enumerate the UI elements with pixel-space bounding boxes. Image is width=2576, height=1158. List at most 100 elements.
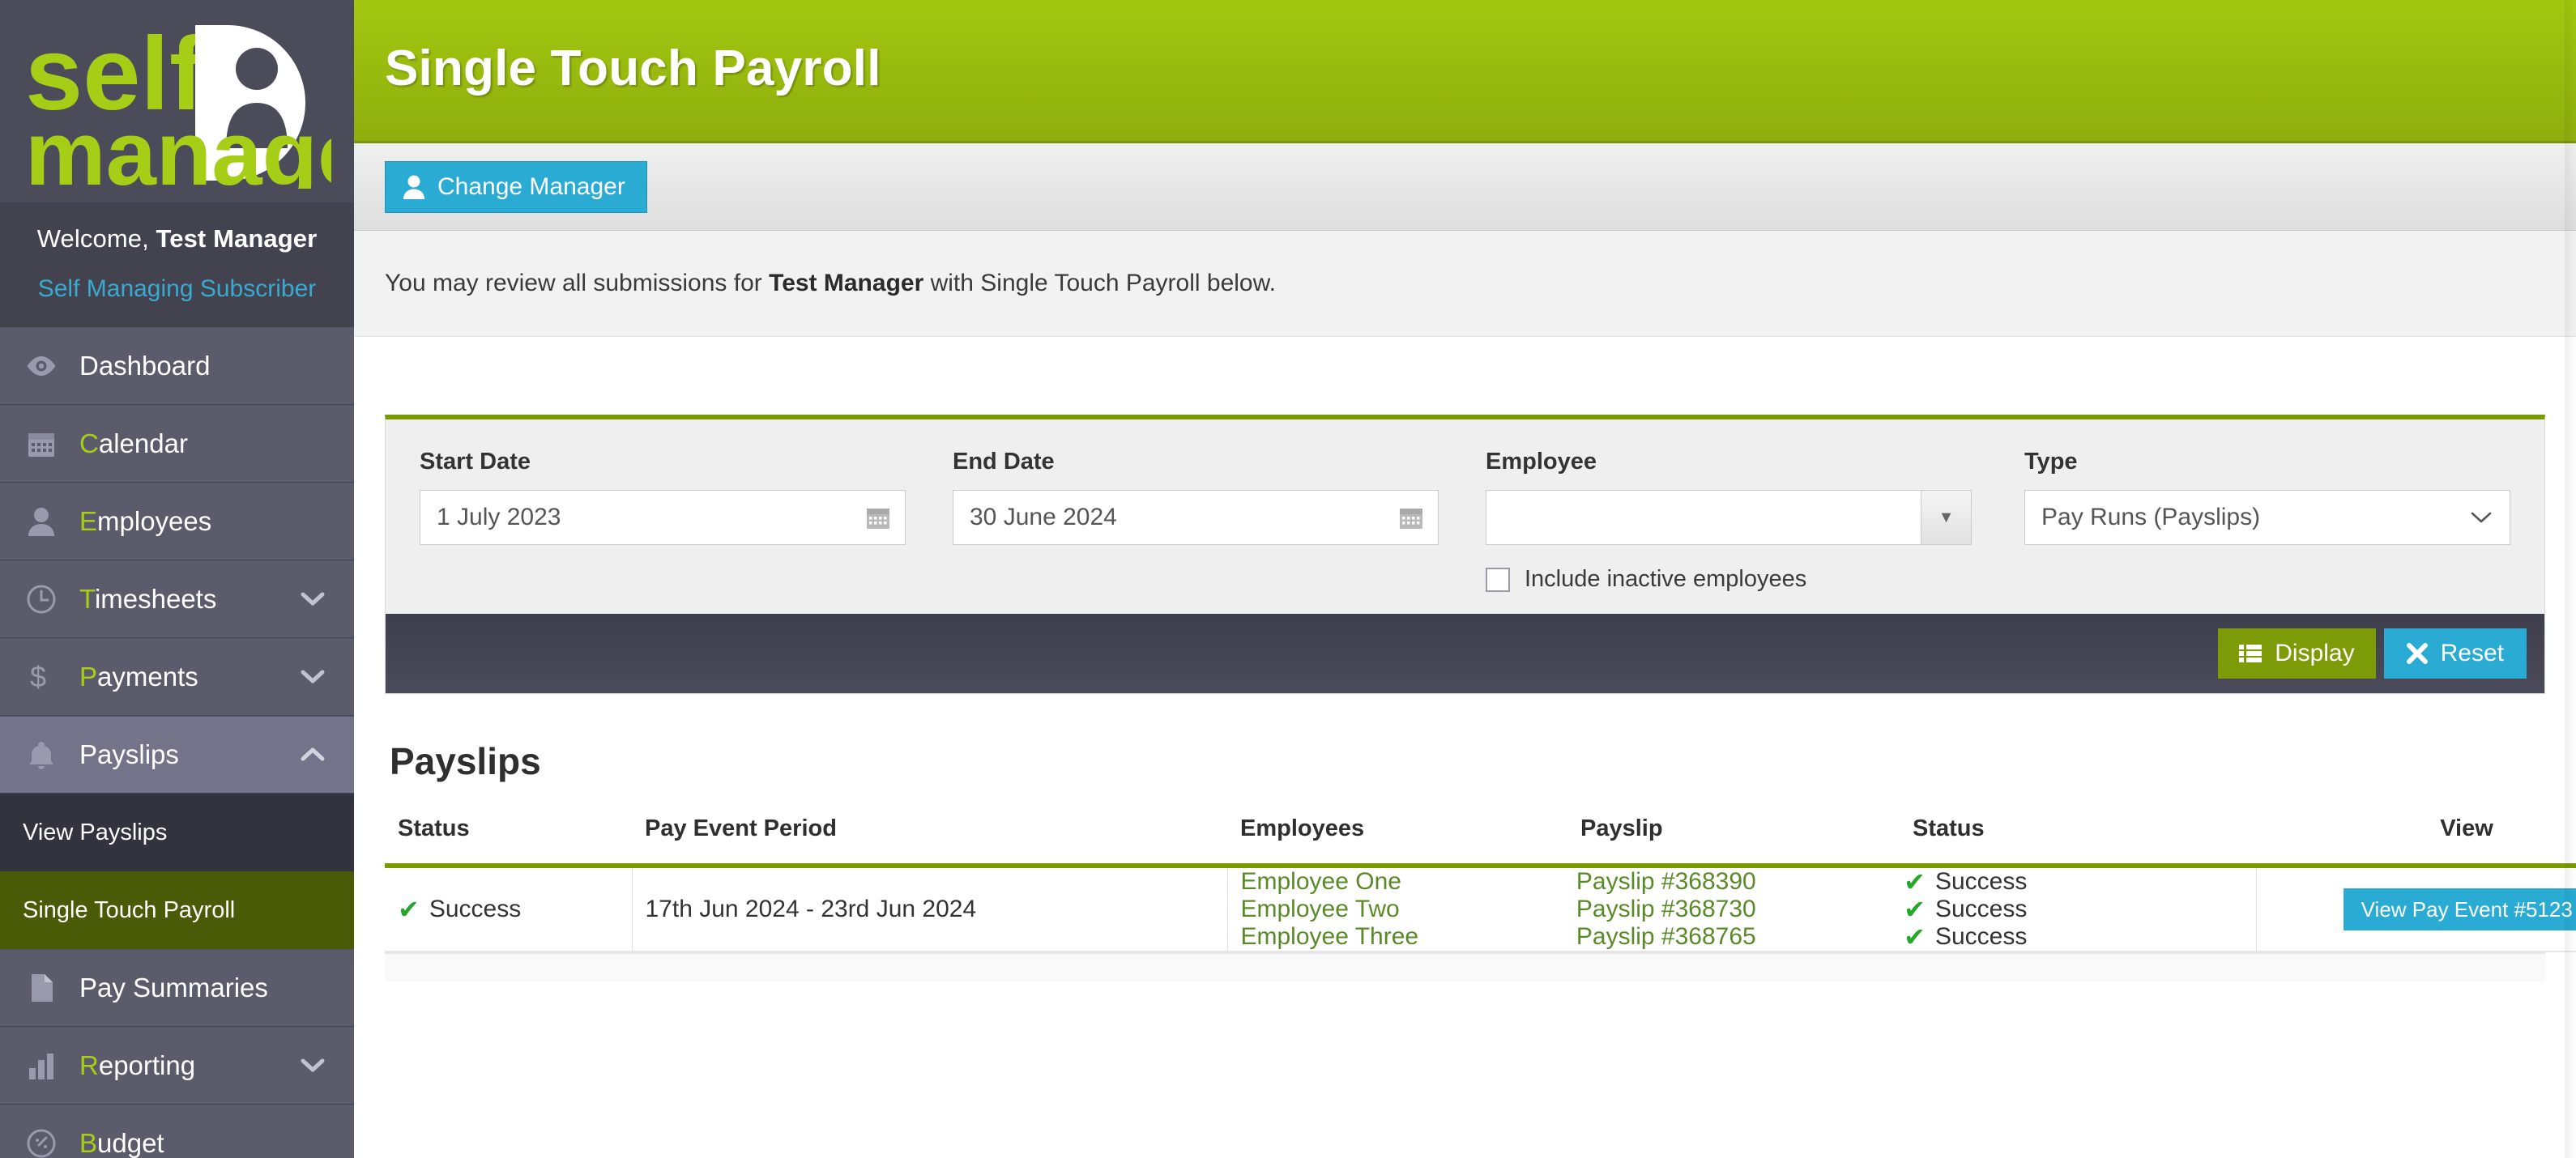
sidebar-item-label: Pay Summaries <box>79 973 268 1003</box>
sidebar-nav: Dashboard Calendar Employees Timesheets … <box>0 327 354 1158</box>
include-inactive-label: Include inactive employees <box>1525 566 1807 592</box>
filter-row: Start Date 1 July 2023 End Date 30 June … <box>386 419 2544 614</box>
employee-link[interactable]: Employee One <box>1240 868 1576 896</box>
chevron-down-icon[interactable]: ▼ <box>1921 491 1971 544</box>
sidebar-item-calendar[interactable]: Calendar <box>0 405 354 483</box>
employee-link[interactable]: Employee Three <box>1240 923 1576 951</box>
file-icon <box>23 973 60 1003</box>
sidebar-item-dashboard[interactable]: Dashboard <box>0 327 354 406</box>
user-icon <box>403 175 424 199</box>
intro-prefix: You may review all submissions for <box>385 270 770 296</box>
type-group: Type Pay Runs (Payslips) <box>2024 449 2510 545</box>
payslip-link[interactable]: Payslip #368765 <box>1576 923 1904 951</box>
change-manager-label: Change Manager <box>437 172 625 200</box>
intro-band: You may review all submissions for Test … <box>354 231 2576 337</box>
sidebar-item-label: Reporting <box>79 1050 196 1081</box>
sidebar-item-reporting[interactable]: Reporting <box>0 1027 354 1105</box>
row-period-cell: 17th Jun 2024 - 23rd Jun 2024 <box>632 866 1228 952</box>
row-status-cell: ✔ Success <box>385 866 633 952</box>
calendar-icon <box>23 429 60 458</box>
payslips-table: Status Pay Event Period Employees Paysli… <box>385 815 2576 952</box>
end-date-input[interactable]: 30 June 2024 <box>953 490 1439 545</box>
sidebar-item-payments[interactable]: $ Payments <box>0 638 354 717</box>
sidebar: self manager Welcome, Test Manager Self … <box>0 0 354 1158</box>
display-button[interactable]: Display <box>2218 628 2376 679</box>
row-status-label: Success <box>429 896 522 922</box>
check-icon: ✔ <box>1904 867 1926 896</box>
sidebar-subitem-view-payslips[interactable]: View Payslips <box>0 794 354 872</box>
payslip-link[interactable]: Payslip #368730 <box>1576 896 1904 923</box>
intro-text: You may review all submissions for Test … <box>385 270 2576 297</box>
change-manager-button[interactable]: Change Manager <box>385 160 647 213</box>
col-view: View <box>2256 815 2576 868</box>
sidebar-item-payslips[interactable]: Payslips <box>0 716 354 794</box>
col-status-outer: Status <box>385 815 632 868</box>
employee-label: Employee <box>1486 449 1597 475</box>
type-value: Pay Runs (Payslips) <box>2041 504 2261 530</box>
table-row: ✔ Success 17th Jun 2024 - 23rd Jun 2024 … <box>385 866 2576 952</box>
end-date-group: End Date 30 June 2024 <box>953 449 1439 545</box>
filter-panel: Start Date 1 July 2023 End Date 30 June … <box>385 415 2545 694</box>
sidebar-item-timesheets[interactable]: Timesheets <box>0 560 354 639</box>
welcome-prefix: Welcome, <box>36 224 156 253</box>
check-icon: ✔ <box>1904 895 1926 924</box>
subscriber-link[interactable]: Self Managing Subscriber <box>0 275 354 303</box>
list-item: Employee Three Payslip #368765 ✔ Success <box>1240 922 2256 952</box>
bell-icon <box>23 740 60 770</box>
check-icon: ✔ <box>1904 922 1926 952</box>
calendar-icon[interactable] <box>866 505 905 530</box>
type-select[interactable]: Pay Runs (Payslips) <box>2024 490 2510 545</box>
main-content: Single Touch Payroll Change Manager You … <box>354 0 2576 1158</box>
intro-suffix: with Single Touch Payroll below. <box>923 270 1276 296</box>
sidebar-item-label: Employees <box>79 506 212 537</box>
welcome-user-name: Test Manager <box>156 224 318 253</box>
payslip-status: ✔ Success <box>1904 922 2256 952</box>
next-row-peek <box>385 952 2545 981</box>
self-manager-logo-icon: self manager <box>25 19 331 189</box>
employee-link[interactable]: Employee Two <box>1240 896 1576 923</box>
calendar-icon[interactable] <box>1399 505 1438 530</box>
eye-icon <box>23 354 60 378</box>
start-date-input[interactable]: 1 July 2023 <box>420 490 906 545</box>
spacer <box>354 337 2576 415</box>
include-inactive-row: Include inactive employees <box>1486 566 1972 593</box>
payslip-lines-table: Employee One Payslip #368390 ✔ Success Em… <box>1240 867 2256 952</box>
chevron-up-icon <box>299 747 326 763</box>
brand-logo[interactable]: self manager <box>0 0 354 202</box>
end-date-value: 30 June 2024 <box>970 504 1117 530</box>
payslip-status: ✔ Success <box>1904 867 2256 896</box>
start-date-label: Start Date <box>420 449 531 475</box>
start-date-value: 1 July 2023 <box>437 504 561 530</box>
welcome-block: Welcome, Test Manager Self Managing Subs… <box>0 202 354 328</box>
payslip-link[interactable]: Payslip #368390 <box>1576 868 1904 896</box>
sidebar-label-rest: alendar <box>98 428 188 459</box>
col-payslip: Payslip <box>1567 815 1900 868</box>
intro-manager-name: Test Manager <box>769 270 924 296</box>
include-inactive-checkbox[interactable] <box>1486 567 1510 592</box>
sidebar-item-label: Payslips <box>79 739 179 770</box>
start-date-group: Start Date 1 July 2023 <box>420 449 906 545</box>
bar-chart-icon <box>23 1052 60 1080</box>
sidebar-item-budget[interactable]: Budget <box>0 1105 354 1158</box>
view-pay-event-button[interactable]: View Pay Event #5123 <box>2343 888 2576 930</box>
svg-text:$: $ <box>30 662 46 692</box>
row-lines-cell: Employee One Payslip #368390 ✔ Success Em… <box>1227 866 2257 952</box>
reset-button[interactable]: Reset <box>2383 628 2527 679</box>
sidebar-item-label: Payments <box>79 662 198 692</box>
close-icon <box>2406 643 2428 664</box>
dollar-icon: $ <box>23 662 60 692</box>
list-item: Employee One Payslip #368390 ✔ Success <box>1240 867 2256 896</box>
end-date-label: End Date <box>953 449 1055 475</box>
page-header: Single Touch Payroll <box>354 0 2576 143</box>
sidebar-item-label: Dashboard <box>79 351 211 381</box>
col-employees: Employees <box>1227 815 1567 868</box>
col-status-inner: Status <box>1900 815 2256 868</box>
display-label: Display <box>2275 640 2355 666</box>
check-icon: ✔ <box>398 895 420 924</box>
reset-label: Reset <box>2440 640 2504 666</box>
sidebar-item-pay-summaries[interactable]: Pay Summaries <box>0 949 354 1028</box>
sidebar-item-employees[interactable]: Employees <box>0 483 354 561</box>
employee-combobox[interactable]: ▼ <box>1486 490 1972 545</box>
sidebar-subitem-single-touch-payroll[interactable]: Single Touch Payroll <box>0 871 354 950</box>
table-head: Status Pay Event Period Employees Paysli… <box>385 815 2576 868</box>
